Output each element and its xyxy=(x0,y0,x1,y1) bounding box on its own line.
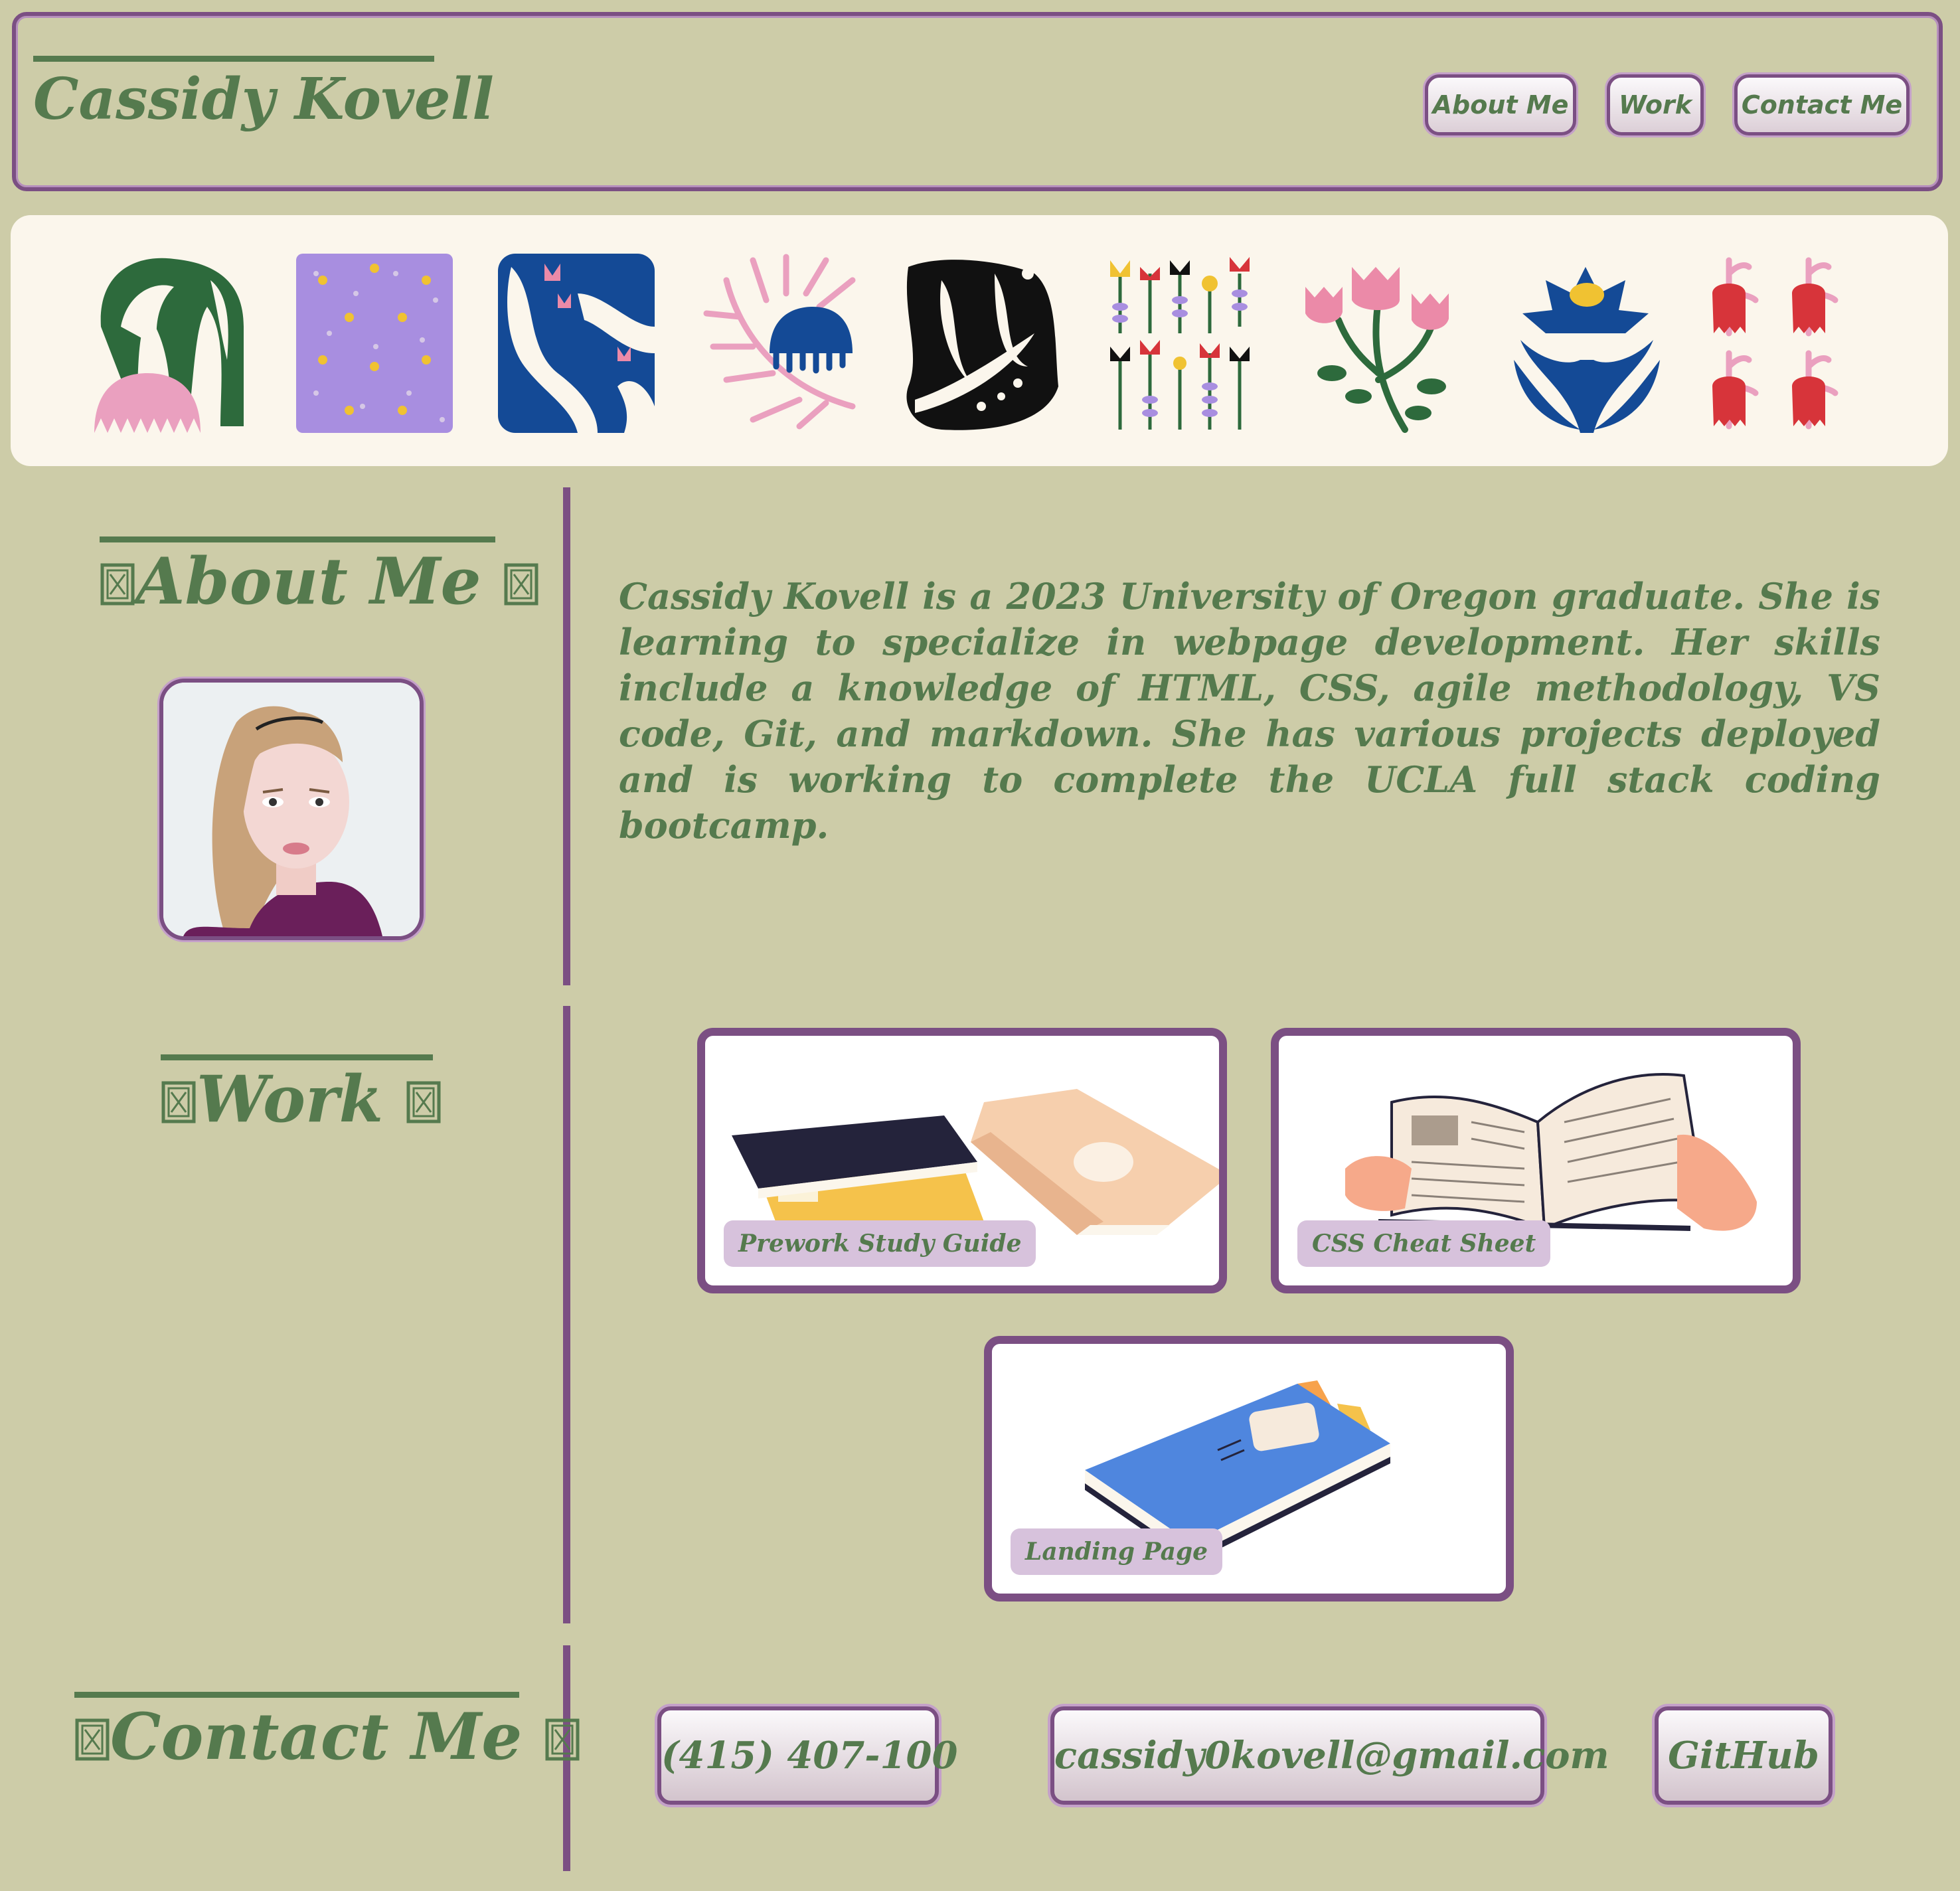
about-heading-text: About Me xyxy=(135,544,481,619)
project-card-css-cheat-sheet[interactable]: CSS Cheat Sheet xyxy=(1271,1028,1801,1293)
about-heading-rule xyxy=(100,536,495,542)
frame-ornament-icon xyxy=(406,1081,441,1123)
nav-work[interactable]: Work xyxy=(1607,74,1704,135)
red-bells-tile xyxy=(1712,257,1838,430)
contact-heading-rule xyxy=(74,1692,519,1698)
frame-ornament-icon xyxy=(545,1718,580,1761)
frame-ornament-icon xyxy=(100,563,135,606)
project-card-landing-page[interactable]: Landing Page xyxy=(984,1336,1514,1602)
avatar xyxy=(159,679,424,940)
frame-ornament-icon xyxy=(161,1081,196,1123)
pink-tulip-stem-tile xyxy=(1305,267,1449,433)
avatar-illustration xyxy=(163,683,420,936)
email-button[interactable]: cassidy0kovell@gmail.com xyxy=(1050,1706,1609,1805)
github-button[interactable]: GitHub xyxy=(1655,1706,1833,1805)
purple-flowers-tile xyxy=(296,254,453,433)
about-divider xyxy=(563,487,570,985)
work-heading: Work xyxy=(161,1068,442,1131)
pink-fern-tile xyxy=(703,254,856,430)
project-label: CSS Cheat Sheet xyxy=(1297,1220,1551,1267)
work-heading-rule xyxy=(161,1054,433,1060)
nav-about-me[interactable]: About Me xyxy=(1425,74,1576,135)
blue-flower-tile xyxy=(1514,267,1660,433)
project-card-prework[interactable]: Prework Study Guide xyxy=(697,1028,1227,1293)
contact-heading-text: Contact Me xyxy=(110,1699,523,1774)
work-heading-text: Work xyxy=(197,1062,384,1137)
work-divider xyxy=(563,1006,570,1623)
wildflowers-tile xyxy=(1110,257,1250,430)
about-bio: Cassidy Kovell is a 2023 University of O… xyxy=(619,575,1880,847)
site-title: Cassidy Kovell xyxy=(33,56,494,128)
contact-heading: Contact Me xyxy=(74,1705,580,1769)
blue-tulips-tile xyxy=(498,254,655,433)
tulip-leaf-tile xyxy=(94,258,244,433)
frame-ornament-icon xyxy=(504,563,538,606)
project-label: Landing Page xyxy=(1011,1528,1223,1575)
black-seaweed-tile xyxy=(906,260,1058,430)
nav-contact-me[interactable]: Contact Me xyxy=(1734,74,1910,135)
project-label: Prework Study Guide xyxy=(724,1220,1036,1267)
frame-ornament-icon xyxy=(75,1718,110,1761)
about-heading: About Me xyxy=(100,550,539,614)
phone-button[interactable]: (415) 407-100 xyxy=(657,1706,957,1805)
